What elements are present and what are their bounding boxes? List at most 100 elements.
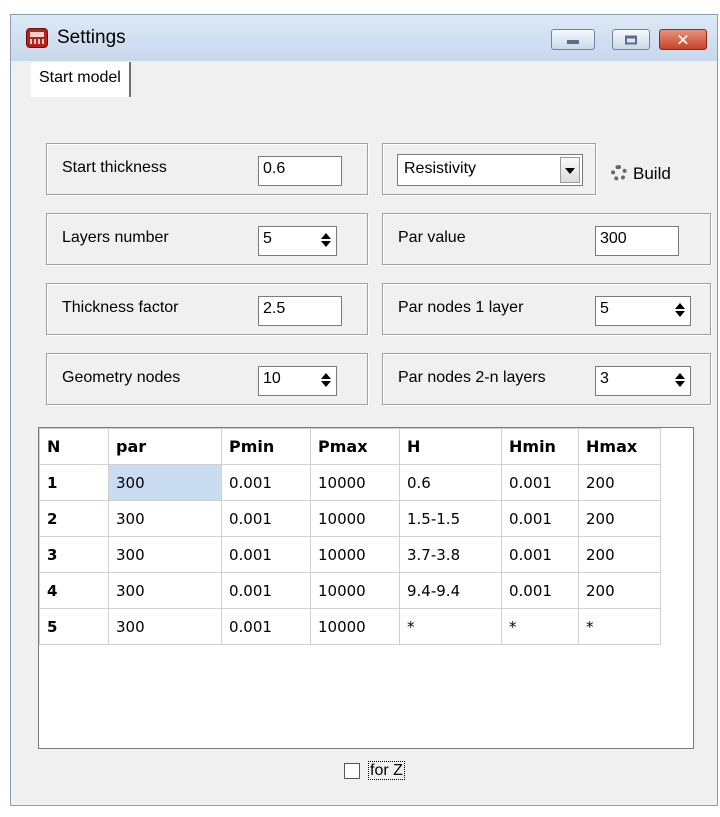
table-cell[interactable]: 200 [578,500,661,537]
close-icon: ✕ [676,30,690,49]
parameter-select-group: Resistivity [382,143,596,195]
table-cell[interactable]: 0.001 [221,608,311,645]
table-cell[interactable]: 300 [108,464,222,501]
table-cell[interactable]: 0.001 [221,500,311,537]
table-row[interactable]: 2 300 0.001 10000 1.5-1.5 0.001 200 [39,500,661,537]
parameter-select[interactable]: Resistivity [397,154,583,186]
build-button-label: Build [633,164,671,183]
spin-icon[interactable] [319,373,333,389]
close-button[interactable]: ✕ [659,29,707,50]
maximize-button[interactable] [612,29,650,50]
table-cell[interactable]: 200 [578,464,661,501]
for-z-label: for Z [368,761,405,780]
settings-window: Settings ✕ Start model Start thickness 0… [10,14,718,806]
table-cell[interactable]: * [501,608,579,645]
table-row[interactable]: 1 300 0.001 10000 0.6 0.001 200 [39,464,661,501]
row-header-cell: 2 [39,500,109,537]
gear-icon [611,164,627,181]
par-nodes-1-layer-input[interactable]: 5 [595,296,691,326]
parameter-select-value: Resistivity [404,160,477,177]
row-header-cell: 4 [39,572,109,609]
table-cell[interactable]: 0.001 [501,536,579,573]
build-button[interactable]: Build [611,159,671,189]
thickness-factor-label: Thickness factor [62,299,179,316]
table-cell[interactable]: 0.001 [221,536,311,573]
table-cell[interactable]: 0.001 [501,572,579,609]
column-header[interactable]: Pmin [221,428,311,465]
table-header-row: N par Pmin Pmax H Hmin Hmax [39,428,661,465]
row-header-cell: 5 [39,608,109,645]
par-nodes-1-layer-value: 5 [600,300,609,317]
column-header[interactable]: Hmax [578,428,661,465]
tab-panel: Start thickness 0.6 Layers number 5 Thic… [31,97,715,803]
start-thickness-input[interactable]: 0.6 [258,156,342,186]
table-cell[interactable]: 0.001 [501,464,579,501]
start-thickness-group: Start thickness 0.6 [46,143,368,195]
table-cell[interactable]: 3.7-3.8 [399,536,502,573]
table-row[interactable]: 4 300 0.001 10000 9.4-9.4 0.001 200 [39,572,661,609]
minimize-icon [567,39,579,44]
for-z-checkbox[interactable]: for Z [344,761,405,786]
geometry-nodes-label: Geometry nodes [62,369,181,386]
table-cell[interactable]: 10000 [310,536,400,573]
spin-icon[interactable] [673,303,687,319]
par-nodes-1-layer-label: Par nodes 1 layer [398,299,524,316]
table-cell[interactable]: 300 [108,536,222,573]
table-cell[interactable]: 0.001 [221,464,311,501]
par-nodes-2n-layers-group: Par nodes 2-n layers 3 [382,353,711,405]
table-cell[interactable]: 9.4-9.4 [399,572,502,609]
maximize-icon [625,35,637,44]
par-nodes-2n-layers-label: Par nodes 2-n layers [398,369,546,386]
par-nodes-2n-layers-input[interactable]: 3 [595,366,691,396]
layers-number-label: Layers number [62,229,169,246]
table-cell[interactable]: 10000 [310,464,400,501]
title-bar[interactable]: Settings ✕ [11,15,717,61]
geometry-nodes-value: 10 [263,370,281,387]
layers-number-group: Layers number 5 [46,213,368,265]
checkbox-box[interactable] [344,763,360,779]
thickness-factor-input[interactable]: 2.5 [258,296,342,326]
geometry-nodes-input[interactable]: 10 [258,366,337,396]
column-header[interactable]: Hmin [501,428,579,465]
spin-icon[interactable] [673,373,687,389]
table-cell[interactable]: 300 [108,500,222,537]
spin-icon[interactable] [319,233,333,249]
table-cell[interactable]: 300 [108,572,222,609]
table-cell[interactable]: * [399,608,502,645]
thickness-factor-group: Thickness factor 2.5 [46,283,368,335]
chevron-down-icon[interactable] [560,157,580,183]
table-cell[interactable]: 10000 [310,500,400,537]
column-header[interactable]: H [399,428,502,465]
par-nodes-1-layer-group: Par nodes 1 layer 5 [382,283,711,335]
table-cell[interactable]: 1.5-1.5 [399,500,502,537]
table-cell[interactable]: 10000 [310,572,400,609]
column-header[interactable]: Pmax [310,428,400,465]
table-cell[interactable]: 0.6 [399,464,502,501]
row-header-cell: 3 [39,536,109,573]
par-value-group: Par value 300 [382,213,711,265]
layers-number-value: 5 [263,230,272,247]
par-value-input[interactable]: 300 [595,226,679,256]
start-thickness-label: Start thickness [62,159,167,176]
app-icon [26,28,48,48]
table-cell[interactable]: 300 [108,608,222,645]
table-cell[interactable]: 200 [578,572,661,609]
par-nodes-2n-layers-value: 3 [600,370,609,387]
tab-start-model[interactable]: Start model [31,62,131,98]
table-cell[interactable]: 200 [578,536,661,573]
table-cell[interactable]: * [578,608,661,645]
table-cell[interactable]: 0.001 [221,572,311,609]
layers-number-input[interactable]: 5 [258,226,337,256]
table-cell[interactable]: 0.001 [501,500,579,537]
minimize-button[interactable] [551,29,595,50]
window-title: Settings [57,27,126,48]
row-header-cell: 1 [39,464,109,501]
column-header[interactable]: N [39,428,109,465]
geometry-nodes-group: Geometry nodes 10 [46,353,368,405]
table-row[interactable]: 5 300 0.001 10000 * * * [39,608,661,645]
table-cell[interactable]: 10000 [310,608,400,645]
table-row[interactable]: 3 300 0.001 10000 3.7-3.8 0.001 200 [39,536,661,573]
column-header[interactable]: par [108,428,222,465]
model-table-frame: N par Pmin Pmax H Hmin Hmax 1 300 0.001 100… [38,427,694,749]
par-value-label: Par value [398,229,466,246]
